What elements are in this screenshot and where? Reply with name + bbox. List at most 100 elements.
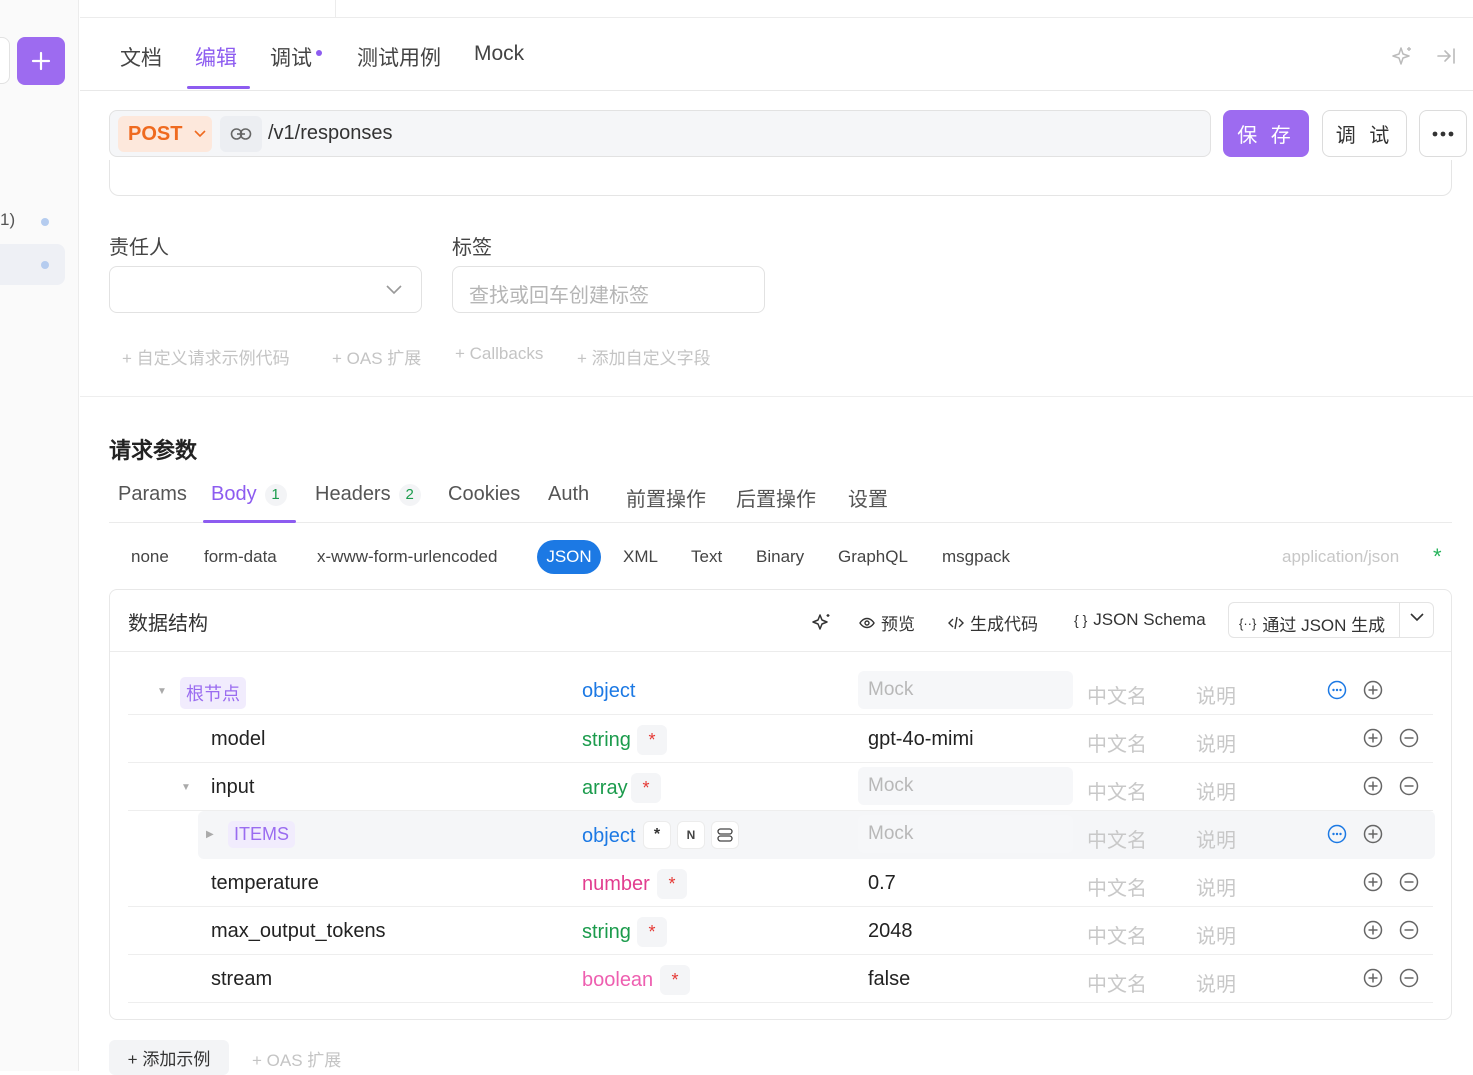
required-toggle[interactable]: * bbox=[631, 773, 661, 803]
remove-icon[interactable] bbox=[1399, 728, 1419, 748]
settings-dots-icon[interactable] bbox=[1327, 824, 1347, 844]
schema-row[interactable] bbox=[128, 955, 1433, 1003]
mock-value[interactable]: false bbox=[868, 968, 910, 991]
caret-down-icon[interactable]: ▼ bbox=[157, 686, 167, 697]
collapse-panel-icon[interactable] bbox=[1435, 45, 1457, 67]
description-input[interactable]: 说明 bbox=[1196, 776, 1236, 805]
method-select[interactable]: POST bbox=[118, 116, 212, 152]
mock-value[interactable]: 0.7 bbox=[868, 872, 896, 895]
description-input[interactable]: 说明 bbox=[1196, 968, 1236, 997]
add-child-icon[interactable] bbox=[1363, 680, 1383, 700]
field-type[interactable]: array bbox=[582, 777, 628, 800]
sparkle-icon[interactable] bbox=[1392, 45, 1414, 67]
add-custom-field-link[interactable]: + 添加自定义字段 bbox=[577, 344, 711, 369]
tab-pre-processors[interactable]: 前置操作 bbox=[626, 483, 706, 512]
body-type-urlencoded[interactable]: x-www-form-urlencoded bbox=[317, 547, 497, 567]
caret-right-icon[interactable]: ▶ bbox=[206, 829, 214, 840]
oas-extension-link[interactable]: + OAS 扩展 bbox=[332, 344, 421, 369]
description-input[interactable]: 说明 bbox=[1196, 872, 1236, 901]
field-name[interactable]: model bbox=[211, 728, 265, 751]
tab-edit[interactable]: 编辑 bbox=[195, 42, 237, 72]
field-name[interactable]: max_output_tokens bbox=[211, 920, 386, 943]
field-name[interactable]: temperature bbox=[211, 872, 319, 895]
settings-dots-icon[interactable] bbox=[1327, 680, 1347, 700]
field-name[interactable]: stream bbox=[211, 968, 272, 991]
tab-settings[interactable]: 设置 bbox=[848, 483, 888, 512]
field-type[interactable]: boolean bbox=[582, 969, 653, 992]
field-type[interactable]: object bbox=[582, 680, 635, 703]
remove-icon[interactable] bbox=[1399, 776, 1419, 796]
tab-post-processors[interactable]: 后置操作 bbox=[736, 483, 816, 512]
mock-input[interactable]: Mock bbox=[858, 767, 1073, 805]
tab-params[interactable]: Params bbox=[118, 483, 187, 506]
schema-row[interactable] bbox=[128, 715, 1433, 763]
path-input[interactable]: /v1/responses bbox=[268, 122, 393, 145]
add-sibling-icon[interactable] bbox=[1363, 872, 1383, 892]
cn-name-input[interactable]: 中文名 bbox=[1087, 680, 1147, 709]
tab-body[interactable]: Body 1 bbox=[211, 483, 287, 506]
field-name[interactable]: 根节点 bbox=[180, 677, 246, 709]
callbacks-link[interactable]: + Callbacks bbox=[455, 344, 543, 364]
field-name[interactable]: input bbox=[211, 776, 254, 799]
tab-mock[interactable]: Mock bbox=[474, 42, 524, 66]
sidebar-search-input[interactable] bbox=[0, 37, 10, 84]
add-sibling-icon[interactable] bbox=[1363, 776, 1383, 796]
description-input[interactable]: 说明 bbox=[1196, 680, 1236, 709]
generate-from-json-button[interactable]: {··} 通过 JSON 生成 bbox=[1228, 602, 1434, 638]
add-example-button[interactable]: + 添加示例 bbox=[109, 1040, 229, 1075]
cn-name-input[interactable]: 中文名 bbox=[1087, 824, 1147, 853]
add-child-icon[interactable] bbox=[1363, 824, 1383, 844]
description-input[interactable]: 说明 bbox=[1196, 728, 1236, 757]
owner-select[interactable] bbox=[109, 266, 422, 313]
schema-row-items[interactable] bbox=[198, 811, 1435, 859]
tab-headers[interactable]: Headers 2 bbox=[315, 483, 421, 506]
ref-toggle[interactable] bbox=[711, 821, 739, 849]
custom-request-example-link[interactable]: + 自定义请求示例代码 bbox=[122, 344, 290, 369]
mock-value[interactable]: 2048 bbox=[868, 920, 913, 943]
tab-cookies[interactable]: Cookies bbox=[448, 483, 520, 506]
cn-name-input[interactable]: 中文名 bbox=[1087, 872, 1147, 901]
tags-input[interactable]: 查找或回车创建标签 bbox=[452, 266, 765, 313]
save-button[interactable]: 保 存 bbox=[1223, 110, 1309, 157]
base-url-button[interactable] bbox=[220, 116, 262, 152]
sidebar-item-selected[interactable] bbox=[0, 244, 65, 285]
field-type[interactable]: string bbox=[582, 921, 631, 944]
body-type-text[interactable]: Text bbox=[691, 547, 722, 567]
tab-docs[interactable]: 文档 bbox=[120, 42, 162, 72]
body-type-form-data[interactable]: form-data bbox=[204, 547, 277, 567]
body-type-json[interactable]: JSON bbox=[537, 540, 601, 574]
required-toggle[interactable]: * bbox=[637, 917, 667, 947]
required-toggle[interactable]: * bbox=[643, 821, 671, 849]
remove-icon[interactable] bbox=[1399, 920, 1419, 940]
required-toggle[interactable]: * bbox=[660, 965, 690, 995]
add-sibling-icon[interactable] bbox=[1363, 728, 1383, 748]
body-type-msgpack[interactable]: msgpack bbox=[942, 547, 1010, 567]
chevron-down-icon[interactable] bbox=[1410, 613, 1424, 622]
required-toggle[interactable]: * bbox=[637, 725, 667, 755]
cn-name-input[interactable]: 中文名 bbox=[1087, 776, 1147, 805]
mock-input[interactable]: Mock bbox=[858, 671, 1073, 709]
add-sibling-icon[interactable] bbox=[1363, 968, 1383, 988]
nullable-toggle[interactable]: N bbox=[677, 821, 705, 849]
add-sibling-icon[interactable] bbox=[1363, 920, 1383, 940]
description-input[interactable]: 说明 bbox=[1196, 824, 1236, 853]
remove-icon[interactable] bbox=[1399, 872, 1419, 892]
body-type-graphql[interactable]: GraphQL bbox=[838, 547, 908, 567]
add-button[interactable] bbox=[17, 37, 65, 85]
body-type-binary[interactable]: Binary bbox=[756, 547, 804, 567]
preview-button[interactable]: 预览 bbox=[859, 610, 915, 635]
debug-button[interactable]: 调 试 bbox=[1322, 110, 1407, 157]
oas-extension-link[interactable]: + OAS 扩展 bbox=[252, 1046, 341, 1071]
field-type[interactable]: string bbox=[582, 729, 631, 752]
description-input[interactable]: 说明 bbox=[1196, 920, 1236, 949]
cn-name-input[interactable]: 中文名 bbox=[1087, 968, 1147, 997]
generate-code-button[interactable]: 生成代码 bbox=[948, 610, 1038, 635]
cn-name-input[interactable]: 中文名 bbox=[1087, 728, 1147, 757]
open-tab[interactable] bbox=[80, 0, 336, 18]
tab-auth[interactable]: Auth bbox=[548, 483, 589, 506]
schema-row-root[interactable] bbox=[128, 667, 1433, 715]
mock-input[interactable]: Mock bbox=[858, 815, 1073, 853]
body-type-none[interactable]: none bbox=[131, 547, 169, 567]
json-schema-button[interactable]: { } JSON Schema bbox=[1074, 610, 1206, 630]
more-button[interactable] bbox=[1419, 110, 1467, 157]
